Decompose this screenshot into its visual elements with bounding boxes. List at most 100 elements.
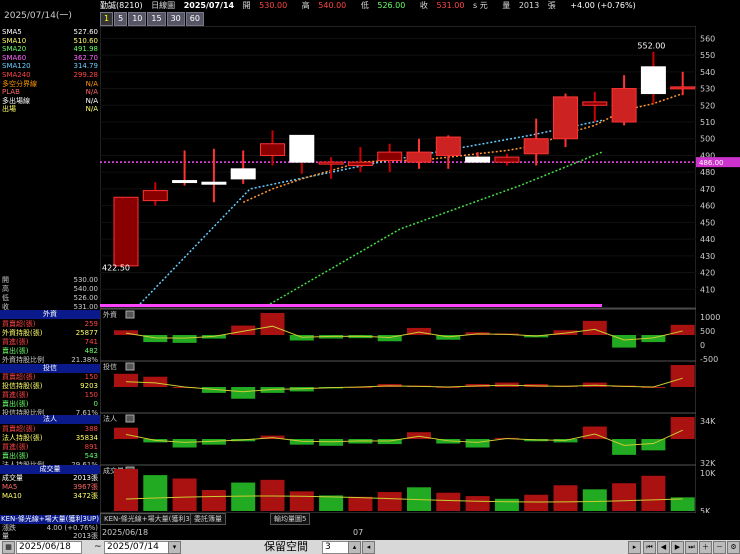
low-label: 低: [360, 1, 369, 10]
date-from-input[interactable]: 2025/06/18: [16, 541, 82, 554]
date-axis-start: 2025/06/18: [102, 528, 149, 537]
trust-bar: [143, 376, 168, 387]
trust-row: 投信持股(張) 9203: [2, 382, 98, 391]
scroll-left-icon[interactable]: ◂: [362, 541, 375, 554]
trust-row-value: 150: [84, 373, 98, 381]
left-date: 2025/07/14(一): [4, 11, 72, 21]
period-button-60[interactable]: 60: [185, 12, 204, 26]
volume-tick-label: 10K: [700, 469, 716, 478]
price-tick-label: 430: [700, 252, 715, 261]
date-to-input[interactable]: 2025/07/14: [104, 541, 170, 554]
volume-bar: [114, 469, 138, 511]
volume-row-label: MA10: [2, 492, 22, 500]
candle[interactable]: [465, 156, 491, 163]
volume-bar: [494, 498, 519, 511]
low-value: 526.00: [377, 1, 406, 10]
period-button-5[interactable]: 5: [114, 12, 128, 26]
candle[interactable]: [142, 190, 168, 202]
candle[interactable]: [113, 196, 139, 267]
trust-row-label: 賣出(張): [2, 400, 29, 408]
trust-bar: [670, 365, 695, 387]
foreign-tick-label: 1000: [700, 313, 720, 322]
trust-row: 買進(張) 150: [2, 391, 98, 400]
indicator-tab[interactable]: 輸均量圖5: [270, 513, 311, 525]
calendar-icon[interactable]: ▦: [2, 541, 15, 554]
price-tick-label: 420: [700, 269, 715, 278]
last-page-icon[interactable]: ⏭: [685, 541, 698, 554]
trust-panel-label: 投信: [103, 362, 117, 371]
period-button-15[interactable]: 15: [147, 12, 166, 26]
foreign-row-label: 買進(張): [2, 338, 29, 346]
spin-up-icon[interactable]: ▴: [348, 541, 361, 554]
zoom-in-icon[interactable]: ＋: [699, 541, 712, 554]
price-tick-label: 470: [700, 185, 715, 194]
inst-row: 賣出(張) 543: [2, 452, 98, 461]
trust-bar: [231, 387, 256, 399]
status-bar: ▦ 2025/06/18 ~ 2025/07/14 ▾ 保留空間 3 ▴ ◂ ▸…: [0, 540, 740, 554]
candle[interactable]: [611, 88, 637, 123]
foreign-row: 買賣超(張) 259: [2, 320, 98, 329]
candle[interactable]: [582, 101, 608, 106]
first-page-icon[interactable]: ⏮: [643, 541, 656, 554]
period-button-30[interactable]: 30: [166, 12, 185, 26]
left-info-panel: 2025/07/14(一) SMA5 527.60 SMA10 510.60 SMA20…: [0, 0, 101, 554]
foreign-tick-label: -500: [700, 355, 718, 364]
volume-bar: [231, 482, 256, 511]
candle[interactable]: [640, 66, 666, 95]
foreign-row: 賣出(張) 482: [2, 347, 98, 356]
volume-unit: 張: [547, 1, 556, 10]
period-button-10[interactable]: 10: [128, 12, 147, 26]
candle[interactable]: [553, 96, 578, 140]
candle[interactable]: [377, 151, 403, 161]
candle[interactable]: [347, 161, 373, 166]
period-button-1[interactable]: 1: [100, 12, 114, 26]
volume-row-value: 3967張: [73, 483, 98, 491]
prev-page-icon[interactable]: ◀: [657, 541, 670, 554]
change-value: +4.00 (+0.76%): [570, 1, 636, 10]
zoom-out-icon[interactable]: －: [713, 541, 726, 554]
reserve-space-input[interactable]: 3: [322, 541, 350, 554]
candle[interactable]: [318, 161, 344, 165]
ohlc-row-label: 高: [2, 285, 9, 293]
volume-row-label: MA5: [2, 483, 18, 491]
candle[interactable]: [523, 138, 549, 155]
trust-settings-icon[interactable]: [125, 362, 135, 371]
chart-date: 2025/07/14: [183, 1, 235, 10]
stock-name[interactable]: 勤誠(8210): [100, 1, 143, 10]
inst-tick-label: 34K: [700, 417, 716, 426]
scroll-right-icon[interactable]: ▸: [628, 541, 641, 554]
candle[interactable]: [289, 134, 315, 163]
price-tick-label: 480: [700, 168, 715, 177]
price-tick-label: 540: [700, 68, 715, 77]
ohlc-row: 低 526.00: [2, 294, 98, 303]
price-tick-label: 550: [700, 51, 715, 60]
candle[interactable]: [670, 86, 696, 90]
candle[interactable]: [201, 181, 227, 185]
volume-row: 成交量 2013張: [2, 474, 98, 483]
inst-row: 買賣超(張) 388: [2, 425, 98, 434]
high-value: 540.00: [318, 1, 347, 10]
main-chart[interactable]: 552.00422.50外資投信法人成交量: [100, 26, 696, 513]
ohlc-row: 開 530.00: [2, 276, 98, 285]
inst-bar: [612, 439, 637, 455]
candle[interactable]: [435, 136, 461, 156]
settings-icon[interactable]: ⚙: [727, 541, 740, 554]
candle[interactable]: [494, 156, 520, 163]
inst-row: 買進(張) 891: [2, 443, 98, 452]
candle[interactable]: [172, 180, 198, 184]
next-page-icon[interactable]: ▶: [671, 541, 684, 554]
inst-bar: [465, 439, 490, 448]
indicator-tab[interactable]: 委託簿量: [190, 513, 226, 525]
candle[interactable]: [406, 151, 432, 163]
foreign-row-value: 259: [84, 320, 98, 328]
foreign-row-label: 外資持股(張): [2, 329, 43, 337]
volume-tick-label: 5K: [700, 507, 711, 513]
candle[interactable]: [230, 168, 256, 180]
inst-settings-icon[interactable]: [125, 414, 135, 423]
volume-bar: [553, 485, 578, 511]
candle[interactable]: [260, 143, 285, 156]
volume-bar: [172, 478, 197, 511]
foreign-settings-icon[interactable]: [125, 310, 135, 319]
inst-tick-label: 32K: [700, 459, 716, 468]
dropdown-arrow-icon[interactable]: ▾: [168, 541, 181, 554]
